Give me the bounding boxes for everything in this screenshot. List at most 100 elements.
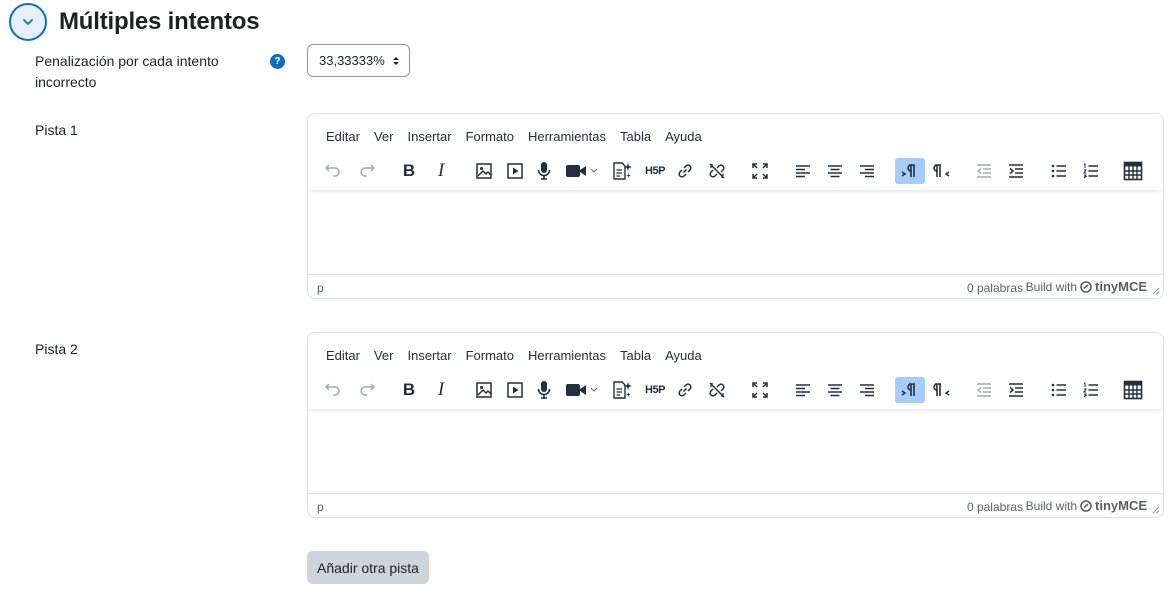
- unlink-button[interactable]: [703, 377, 731, 403]
- media-button[interactable]: [501, 377, 529, 403]
- calculator-button[interactable]: [1119, 158, 1147, 184]
- media-button[interactable]: [501, 158, 529, 184]
- menu-editar[interactable]: Editar: [319, 345, 367, 366]
- ai-document-icon: [613, 162, 632, 180]
- menu-herramientas[interactable]: Herramientas: [521, 126, 613, 147]
- italic-button[interactable]: I: [427, 158, 455, 184]
- calculator-icon: [1123, 161, 1143, 181]
- fullscreen-button[interactable]: [746, 158, 774, 184]
- image-icon: [476, 382, 492, 398]
- ai-generate-button[interactable]: [608, 377, 636, 403]
- indent-button[interactable]: [1002, 377, 1030, 403]
- element-path[interactable]: p: [317, 500, 324, 514]
- fullscreen-button[interactable]: [746, 377, 774, 403]
- unlink-icon: [709, 163, 725, 179]
- h5p-button[interactable]: H5P: [640, 377, 670, 403]
- word-count[interactable]: 0 palabras: [967, 281, 1023, 295]
- element-path[interactable]: p: [317, 281, 324, 295]
- menu-herramientas[interactable]: Herramientas: [521, 345, 613, 366]
- redo-button[interactable]: [353, 377, 381, 403]
- help-icon[interactable]: ?: [270, 54, 285, 69]
- menu-formato[interactable]: Formato: [459, 345, 521, 366]
- ltr-icon: [901, 164, 915, 177]
- link-button[interactable]: [671, 377, 699, 403]
- rtl-icon: [933, 164, 950, 177]
- align-right-button[interactable]: [853, 377, 881, 403]
- numbered-list-button[interactable]: [1077, 158, 1105, 184]
- link-button[interactable]: [671, 158, 699, 184]
- fullscreen-icon: [752, 163, 768, 179]
- redo-button[interactable]: [353, 158, 381, 184]
- outdent-icon: [976, 164, 991, 178]
- ai-generate-button[interactable]: [608, 158, 636, 184]
- image-button[interactable]: [470, 158, 498, 184]
- menu-ayuda[interactable]: Ayuda: [658, 126, 709, 147]
- align-center-icon: [828, 384, 842, 397]
- outdent-button[interactable]: [970, 377, 998, 403]
- image-button[interactable]: [470, 377, 498, 403]
- resize-handle-icon[interactable]: [1152, 287, 1160, 295]
- record-video-button[interactable]: [563, 158, 603, 184]
- penalty-select[interactable]: 33,33333%: [307, 44, 410, 77]
- section-title: Múltiples intentos: [59, 8, 260, 35]
- menu-ver[interactable]: Ver: [367, 345, 401, 366]
- indent-button[interactable]: [1002, 158, 1030, 184]
- menu-insertar[interactable]: Insertar: [400, 345, 458, 366]
- bullet-list-button[interactable]: [1045, 377, 1073, 403]
- h5p-button[interactable]: H5P: [640, 158, 670, 184]
- ltr-button[interactable]: [895, 158, 925, 184]
- align-center-button[interactable]: [821, 158, 849, 184]
- undo-button[interactable]: [319, 158, 347, 184]
- calculator-button[interactable]: [1119, 377, 1147, 403]
- tinymce-brand[interactable]: Build with tinyMCE: [1026, 498, 1147, 513]
- penalty-label: Penalización por cada intento incorrecto: [35, 53, 219, 90]
- align-right-button[interactable]: [853, 158, 881, 184]
- align-left-icon: [796, 384, 810, 397]
- collapse-section-button[interactable]: [9, 3, 47, 41]
- ai-document-icon: [613, 381, 632, 399]
- hint-1-editor[interactable]: Editar Ver Insertar Formato Herramientas…: [307, 113, 1164, 299]
- hint-2-editor[interactable]: Editar Ver Insertar Formato Herramientas…: [307, 332, 1164, 518]
- calculator-icon: [1123, 380, 1143, 400]
- italic-icon: I: [437, 160, 445, 181]
- bold-button[interactable]: B: [395, 377, 423, 403]
- tinymce-brand[interactable]: Build with tinyMCE: [1026, 279, 1147, 294]
- editor-toolbar: B I H5P: [308, 152, 1163, 190]
- editor-menubar: Editar Ver Insertar Formato Herramientas…: [319, 126, 709, 147]
- record-audio-button[interactable]: [530, 377, 558, 403]
- menu-ver[interactable]: Ver: [367, 126, 401, 147]
- word-count[interactable]: 0 palabras: [967, 500, 1023, 514]
- numbered-list-button[interactable]: [1077, 377, 1105, 403]
- align-center-icon: [828, 165, 842, 178]
- resize-handle-icon[interactable]: [1152, 506, 1160, 514]
- bullet-list-button[interactable]: [1045, 158, 1073, 184]
- bold-button[interactable]: B: [395, 158, 423, 184]
- editor-statusbar: p 0 palabras Build with tinyMCE: [308, 493, 1163, 517]
- undo-button[interactable]: [319, 377, 347, 403]
- menu-formato[interactable]: Formato: [459, 126, 521, 147]
- add-hint-button[interactable]: Añadir otra pista: [307, 551, 429, 584]
- numbered-list-icon: [1083, 163, 1098, 179]
- menu-tabla[interactable]: Tabla: [613, 345, 658, 366]
- align-center-button[interactable]: [821, 377, 849, 403]
- italic-button[interactable]: I: [427, 377, 455, 403]
- align-left-button[interactable]: [789, 158, 817, 184]
- unlink-button[interactable]: [703, 158, 731, 184]
- penalty-select-value: 33,33333%: [319, 53, 385, 68]
- ltr-button[interactable]: [895, 377, 925, 403]
- record-video-button[interactable]: [563, 377, 603, 403]
- undo-icon: [324, 383, 340, 396]
- rtl-button[interactable]: [927, 377, 957, 403]
- bullet-list-icon: [1051, 383, 1066, 397]
- align-left-button[interactable]: [789, 377, 817, 403]
- redo-icon: [360, 164, 376, 177]
- menu-ayuda[interactable]: Ayuda: [658, 345, 709, 366]
- outdent-button[interactable]: [970, 158, 998, 184]
- menu-editar[interactable]: Editar: [319, 126, 367, 147]
- record-audio-button[interactable]: [530, 158, 558, 184]
- menu-tabla[interactable]: Tabla: [613, 126, 658, 147]
- editor-toolbar: B I H5P: [308, 371, 1163, 409]
- rtl-button[interactable]: [927, 158, 957, 184]
- menu-insertar[interactable]: Insertar: [400, 126, 458, 147]
- h5p-icon: H5P: [645, 165, 665, 177]
